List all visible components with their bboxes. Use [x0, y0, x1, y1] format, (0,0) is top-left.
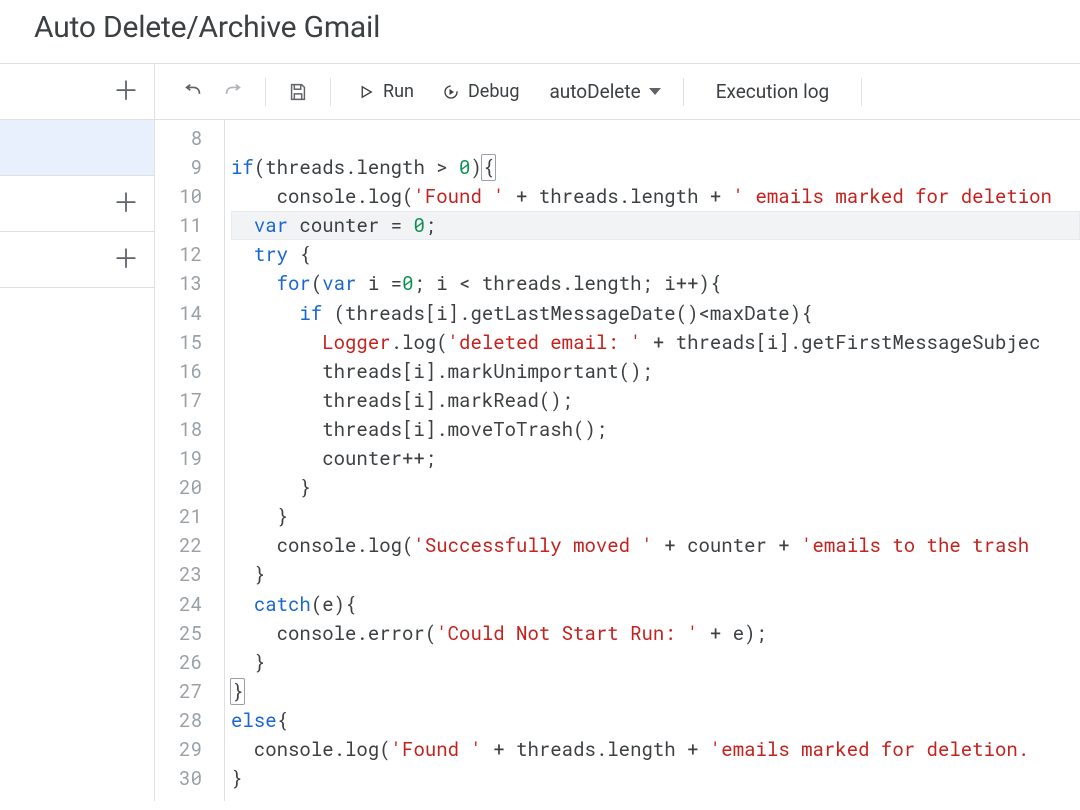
plus-icon: ＋: [113, 79, 139, 105]
line-number: 30: [155, 764, 202, 793]
function-selected-label: autoDelete: [549, 80, 640, 103]
code-line[interactable]: threads[i].markUnimportant();: [231, 357, 1080, 386]
line-number: 21: [155, 502, 202, 531]
code-line[interactable]: [231, 124, 1080, 153]
code-line[interactable]: Logger.log('deleted email: ' + threads[i…: [231, 328, 1080, 357]
rail-add-1[interactable]: ＋: [0, 176, 154, 232]
code-line[interactable]: counter++;: [231, 444, 1080, 473]
code-line[interactable]: for(var i =0; i < threads.length; i++){: [231, 269, 1080, 298]
redo-button[interactable]: [215, 74, 251, 110]
run-button[interactable]: Run: [345, 74, 426, 110]
line-number: 17: [155, 386, 202, 415]
line-number: 8: [155, 124, 202, 153]
plus-icon: ＋: [113, 247, 139, 273]
code-line[interactable]: console.log('Found ' + threads.length + …: [231, 735, 1080, 764]
line-number: 24: [155, 590, 202, 619]
debug-icon: [442, 83, 460, 101]
code-line[interactable]: console.error('Could Not Start Run: ' + …: [231, 619, 1080, 648]
dropdown-icon: [649, 88, 661, 95]
code-line[interactable]: }: [231, 502, 1080, 531]
code-line[interactable]: console.log('Successfully moved ' + coun…: [231, 531, 1080, 560]
line-number: 19: [155, 444, 202, 473]
rail-add-2[interactable]: ＋: [0, 232, 154, 288]
line-number: 27: [155, 677, 202, 706]
code-line[interactable]: console.log('Found ' + threads.length + …: [231, 182, 1080, 211]
rail-file-selected[interactable]: [0, 120, 154, 176]
redo-icon: [222, 81, 244, 103]
line-gutter: 8910111213141516171819202122232425262728…: [155, 120, 225, 801]
code-line[interactable]: if(threads.length > 0){: [231, 153, 1080, 182]
code-line[interactable]: }: [231, 648, 1080, 677]
code-line[interactable]: if (threads[i].getLastMessageDate()<maxD…: [231, 299, 1080, 328]
code-editor[interactable]: 8910111213141516171819202122232425262728…: [155, 120, 1080, 801]
page-title: Auto Delete/Archive Gmail: [0, 0, 1080, 64]
line-number: 12: [155, 240, 202, 269]
line-number: 28: [155, 706, 202, 735]
line-number: 14: [155, 299, 202, 328]
line-number: 11: [155, 211, 202, 240]
left-rail: ＋ ＋ ＋: [0, 64, 155, 801]
line-number: 16: [155, 357, 202, 386]
line-number: 26: [155, 648, 202, 677]
right-pane: Run Debug autoDelete Execution log 89101…: [155, 64, 1080, 801]
code-line[interactable]: threads[i].moveToTrash();: [231, 415, 1080, 444]
line-number: 22: [155, 531, 202, 560]
function-select[interactable]: autoDelete: [535, 74, 668, 110]
execution-log-label: Execution log: [716, 80, 830, 103]
line-number: 25: [155, 619, 202, 648]
line-number: 20: [155, 473, 202, 502]
run-label: Run: [383, 81, 414, 102]
code-line[interactable]: }: [231, 473, 1080, 502]
debug-button[interactable]: Debug: [430, 74, 532, 110]
line-number: 29: [155, 735, 202, 764]
action-bar: Run Debug autoDelete Execution log: [155, 64, 1080, 120]
save-icon: [287, 81, 309, 103]
code-line[interactable]: var counter = 0;: [231, 211, 1080, 240]
main-area: ＋ ＋ ＋ Run: [0, 64, 1080, 801]
debug-label: Debug: [468, 81, 520, 102]
code-line[interactable]: threads[i].markRead();: [231, 386, 1080, 415]
play-icon: [357, 83, 375, 101]
line-number: 18: [155, 415, 202, 444]
code-line[interactable]: }: [231, 560, 1080, 589]
line-number: 23: [155, 560, 202, 589]
line-number: 13: [155, 269, 202, 298]
undo-button[interactable]: [175, 74, 211, 110]
undo-icon: [182, 81, 204, 103]
code-line[interactable]: }: [231, 677, 1080, 706]
plus-icon: ＋: [113, 191, 139, 217]
divider: [861, 78, 862, 106]
code-line[interactable]: catch(e){: [231, 590, 1080, 619]
divider: [265, 78, 266, 106]
divider: [683, 78, 684, 106]
code-line[interactable]: try {: [231, 240, 1080, 269]
execution-log-button[interactable]: Execution log: [698, 74, 848, 110]
line-number: 9: [155, 153, 202, 182]
line-number: 15: [155, 328, 202, 357]
code-line[interactable]: else{: [231, 706, 1080, 735]
save-button[interactable]: [280, 74, 316, 110]
divider: [330, 78, 331, 106]
code-area[interactable]: if(threads.length > 0){ console.log('Fou…: [225, 120, 1080, 801]
rail-add-top[interactable]: ＋: [0, 64, 154, 120]
code-line[interactable]: }: [231, 764, 1080, 793]
line-number: 10: [155, 182, 202, 211]
